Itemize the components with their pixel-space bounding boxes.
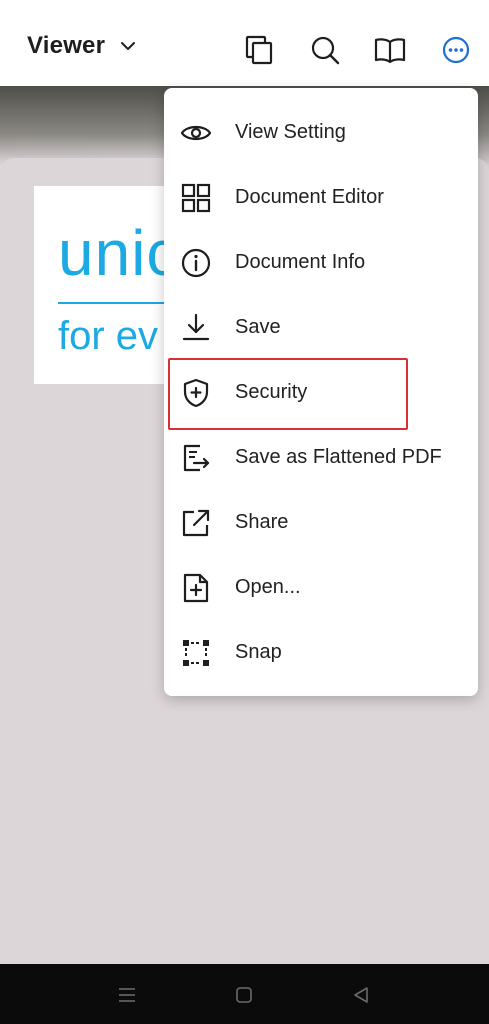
search-button[interactable] [309,34,341,66]
logo-subtext: for ev [58,314,159,358]
download-icon [180,312,212,344]
overflow-menu: View Setting Document Editor Document In… [164,88,478,696]
menu-item-document-info[interactable]: Document Info [164,230,478,295]
menu-item-label: Open... [235,576,301,598]
file-plus-icon [180,572,212,604]
more-options-button[interactable] [440,34,472,66]
back-icon [354,987,368,1003]
app-bar: Viewer [0,0,489,86]
menu-item-label: Share [235,511,289,533]
menu-item-label: Snap [235,641,282,663]
viewer-mode-dropdown[interactable]: Viewer [27,32,137,60]
menu-item-label: Security [235,381,308,403]
home-icon [236,987,252,1003]
menu-item-share[interactable]: Share [164,490,478,555]
menu-item-label: View Setting [235,121,346,143]
book-icon [374,38,406,64]
shield-plus-icon [180,377,212,409]
snap-icon [180,637,212,669]
menu-icon [119,988,135,1002]
search-icon [311,36,340,65]
pages-icon [245,35,273,65]
info-icon [180,247,212,279]
share-icon [180,507,212,539]
menu-item-snap[interactable]: Snap [164,620,478,685]
menu-item-label: Save as Flattened PDF [235,446,442,468]
system-nav-bar [0,964,489,1024]
menu-item-document-editor[interactable]: Document Editor [164,165,478,230]
more-icon [442,36,470,64]
chevron-down-icon [121,42,136,50]
home-button[interactable] [233,984,255,1006]
menu-item-save[interactable]: Save [164,295,478,360]
grid-icon [180,182,212,214]
page-title: Viewer [27,32,106,59]
reading-mode-button[interactable] [374,34,406,66]
menu-item-save-flattened-pdf[interactable]: Save as Flattened PDF [164,425,478,490]
menu-item-view-setting[interactable]: View Setting [164,100,478,165]
menu-item-open[interactable]: Open... [164,555,478,620]
menu-item-security[interactable]: Security [164,358,478,430]
pages-button[interactable] [244,34,276,66]
flatten-icon [180,442,212,474]
menu-item-label: Save [235,316,281,338]
menu-item-label: Document Editor [235,186,384,208]
logo-text: unic [58,217,180,289]
recent-apps-button[interactable] [116,984,138,1006]
menu-item-label: Document Info [235,251,366,273]
eye-icon [180,117,212,149]
back-button[interactable] [350,984,372,1006]
